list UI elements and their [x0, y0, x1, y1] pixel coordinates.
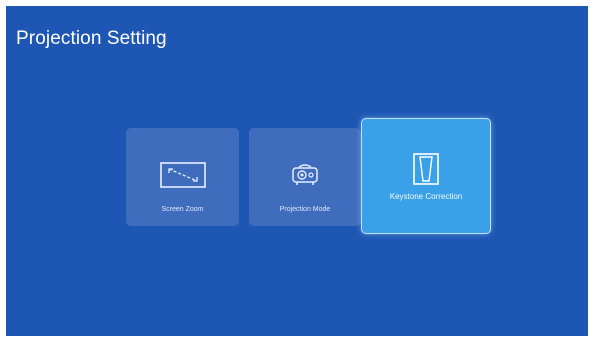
projection-setting-screen: Projection Setting Screen Zoom Projectio… [6, 6, 588, 336]
keystone-correction-label: Keystone Correction [389, 192, 463, 201]
projection-mode-tile[interactable]: Projection Mode [249, 128, 361, 226]
projector-icon [249, 162, 361, 188]
keystone-correction-tile[interactable]: Keystone Correction [361, 118, 491, 234]
screen-zoom-icon [126, 162, 239, 188]
keystone-icon [362, 153, 490, 185]
page-title: Projection Setting [16, 28, 167, 49]
screen-zoom-label: Screen Zoom [161, 206, 204, 213]
screen-zoom-tile[interactable]: Screen Zoom [126, 128, 239, 226]
projection-mode-label: Projection Mode [279, 206, 331, 213]
